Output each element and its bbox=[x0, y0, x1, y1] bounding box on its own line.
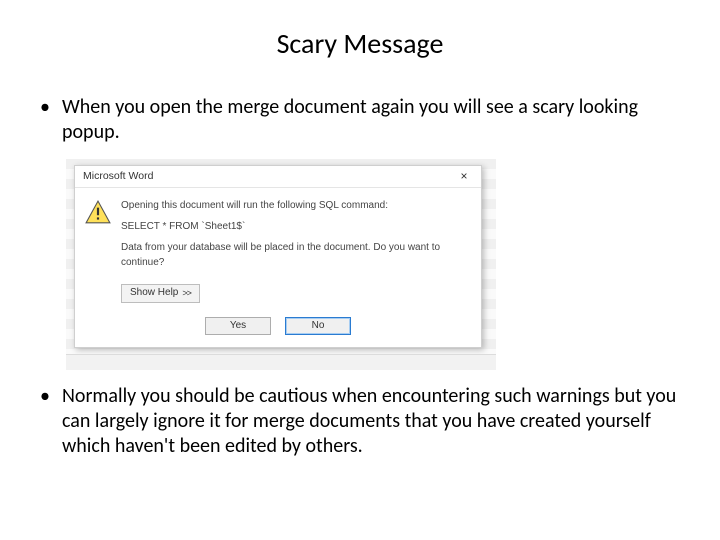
word-sql-warning-dialog: Microsoft Word × Opening this document w… bbox=[74, 165, 482, 348]
dialog-title: Microsoft Word bbox=[83, 170, 447, 183]
dialog-question-line: Data from your database will be placed i… bbox=[121, 240, 471, 270]
background-footer-strip bbox=[66, 354, 496, 370]
bullet-item: When you open the merge document again y… bbox=[38, 95, 690, 145]
background-app-strip: Microsoft Word × Opening this document w… bbox=[66, 159, 496, 354]
bullet-item: Normally you should be cautious when enc… bbox=[38, 384, 690, 459]
show-help-button[interactable]: Show Help bbox=[121, 284, 200, 303]
slide-title: Scary Message bbox=[30, 26, 690, 61]
show-help-label: Show Help bbox=[130, 287, 178, 300]
slide: Scary Message When you open the merge do… bbox=[0, 0, 720, 540]
dialog-titlebar: Microsoft Word × bbox=[75, 166, 481, 188]
bullet-list: When you open the merge document again y… bbox=[30, 95, 690, 459]
yes-button[interactable]: Yes bbox=[205, 317, 271, 336]
no-button[interactable]: No bbox=[285, 317, 351, 336]
dialog-sql-line: SELECT * FROM `Sheet1$` bbox=[121, 219, 471, 234]
dialog-button-row: Yes No bbox=[75, 311, 481, 348]
screenshot-container: .bullets > li:nth-child(2)::before{conte… bbox=[38, 159, 690, 370]
dialog-help-row: Show Help bbox=[75, 282, 481, 311]
dialog-body: Opening this document will run the follo… bbox=[75, 188, 481, 282]
dialog-intro-line: Opening this document will run the follo… bbox=[121, 198, 471, 213]
dialog-text: Opening this document will run the follo… bbox=[121, 198, 471, 276]
dialog-screenshot: Microsoft Word × Opening this document w… bbox=[66, 159, 496, 370]
warning-triangle-icon bbox=[85, 200, 111, 224]
close-icon[interactable]: × bbox=[447, 166, 481, 188]
